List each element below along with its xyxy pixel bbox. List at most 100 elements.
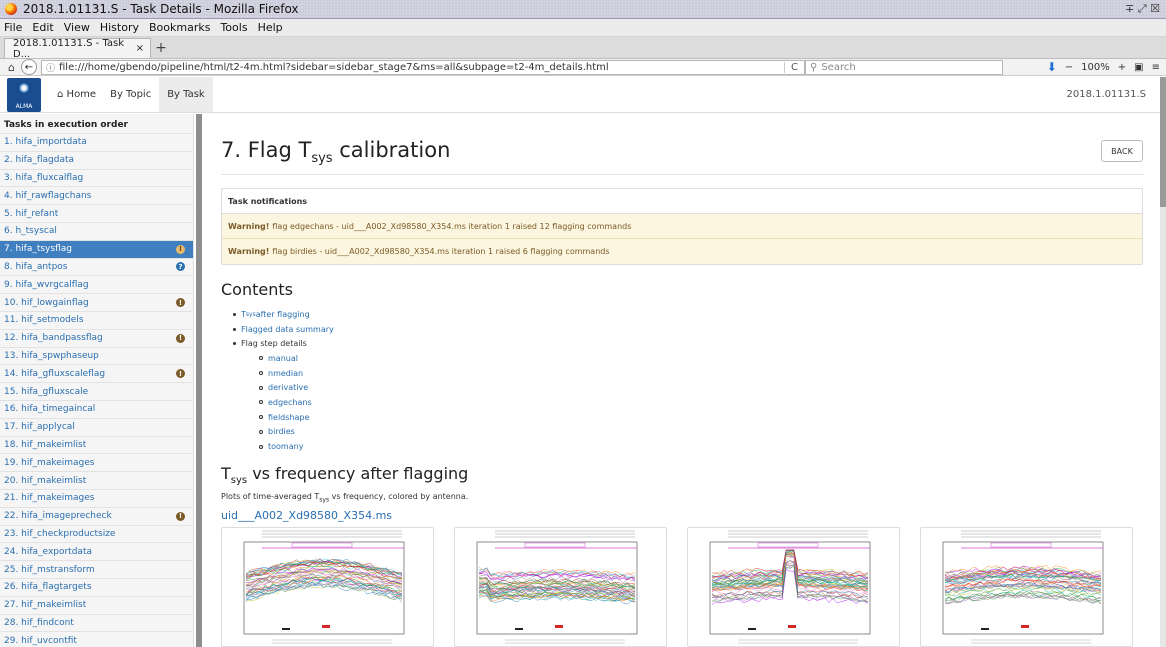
hamburger-menu-icon[interactable]: ≡ — [1152, 62, 1160, 73]
warning-row: Warning! flag edgechans - uid___A002_Xd9… — [222, 214, 1142, 239]
sidebar-item[interactable]: 27. hif_makeimlist — [0, 595, 193, 614]
toc-step-manual[interactable]: manual — [233, 351, 334, 366]
sidebar-item[interactable]: 25. hif_mstransform — [0, 560, 193, 578]
new-tab-button[interactable]: + — [151, 38, 171, 58]
zoom-level[interactable]: 100% — [1081, 62, 1110, 73]
menu-file[interactable]: File — [4, 21, 22, 34]
toc-step-derivative[interactable]: derivative — [233, 380, 334, 395]
tsys-plot-image — [942, 530, 1104, 644]
sidebar-item[interactable]: 15. hifa_gfluxscale — [0, 382, 193, 400]
warning-badge-icon: ! — [176, 333, 185, 343]
section-sub: sys — [230, 475, 248, 487]
warning-badge-icon: ! — [176, 244, 185, 254]
sidebar-item[interactable]: 7. hifa_tsysflag! — [0, 239, 193, 258]
menu-bookmarks[interactable]: Bookmarks — [149, 21, 210, 34]
zoom-out-button[interactable]: − — [1065, 62, 1073, 73]
menu-history[interactable]: History — [100, 21, 139, 34]
reload-icon[interactable]: C — [784, 61, 804, 73]
menu-view[interactable]: View — [64, 21, 90, 34]
sidebar-item[interactable]: 6. h_tsyscal — [0, 221, 193, 240]
home-icon[interactable]: ⌂ — [8, 61, 15, 74]
sidebar-item[interactable]: 28. hif_findcont — [0, 613, 193, 632]
task-sidebar: Tasks in execution order 1. hifa_importd… — [0, 114, 194, 647]
tab-close-icon[interactable]: × — [136, 43, 144, 54]
sidebar-item[interactable]: 19. hif_makeimages — [0, 453, 193, 471]
ms-link[interactable]: uid___A002_Xd98580_X354.ms — [221, 509, 392, 522]
toc-text: manual — [268, 353, 298, 363]
firefox-logo-icon — [5, 3, 17, 15]
plot-thumbnail[interactable] — [920, 527, 1133, 647]
plot-thumbnail[interactable] — [454, 527, 667, 647]
sidebar-splitter[interactable] — [196, 114, 202, 647]
toc-step-fieldshape[interactable]: fieldshape — [233, 410, 334, 425]
toc-item-tsys[interactable]: Tsys after flagging — [233, 307, 334, 322]
sidebar-list: 1. hifa_importdata 2. hifa_flagdata 3. hif… — [0, 133, 193, 647]
sidebar-item[interactable]: 1. hifa_importdata — [0, 133, 193, 151]
toc-text: derivative — [268, 383, 309, 393]
search-input[interactable]: ⚲ Search — [804, 59, 1003, 75]
warning-label: Warning! — [228, 221, 270, 231]
plot-thumbnail[interactable] — [687, 527, 900, 647]
sidebar-item[interactable]: 20. hif_makeimlist — [0, 471, 193, 489]
info-icon[interactable]: ⓘ — [46, 61, 55, 74]
window-title: 2018.1.01131.S - Task Details - Mozilla … — [23, 2, 299, 16]
page-scrollbar[interactable] — [1160, 77, 1166, 647]
warning-text: flag edgechans - uid___A002_Xd98580_X354… — [272, 221, 632, 231]
sidebar-item[interactable]: 4. hif_rawflagchans — [0, 186, 193, 204]
toc-sub: sys — [245, 310, 256, 318]
browser-tab[interactable]: 2018.1.01131.S - Task D... × — [4, 38, 151, 60]
toc-step-edgechans[interactable]: edgechans — [233, 395, 334, 410]
sidebar-toggle-icon[interactable]: ▣ — [1134, 62, 1143, 73]
circle-bullet-icon — [259, 415, 263, 420]
sidebar-item[interactable]: 17. hif_applycal — [0, 417, 193, 436]
sidebar-item[interactable]: 13. hifa_spwphaseup — [0, 346, 193, 365]
sidebar-item[interactable]: 16. hifa_timegaincal — [0, 399, 193, 418]
desc-sub: sys — [319, 496, 330, 504]
sidebar-item-label: 9. hifa_wvrgcalflag — [4, 279, 89, 290]
nav-by-task[interactable]: By Task — [159, 77, 213, 112]
bullet-icon — [233, 312, 236, 316]
sidebar-item[interactable]: 5. hif_refant — [0, 204, 193, 222]
plot-thumbnail[interactable] — [221, 527, 434, 647]
sidebar-item-label: 15. hifa_gfluxscale — [4, 386, 89, 397]
sidebar-item[interactable]: 9. hifa_wvrgcalflag — [0, 275, 193, 293]
toc-item-flagged-summary[interactable]: Flagged data summary — [233, 322, 334, 337]
menu-tools[interactable]: Tools — [220, 21, 247, 34]
sidebar-item-label: 29. hif_uvcontfit — [4, 635, 77, 646]
sidebar-item-label: 16. hifa_timegaincal — [4, 404, 96, 415]
window-controls[interactable]: ∓ ⤢ ☒ — [1125, 2, 1160, 16]
sidebar-item[interactable]: 24. hifa_exportdata — [0, 542, 193, 560]
nav-by-topic[interactable]: By Topic — [110, 89, 151, 100]
sidebar-item[interactable]: 21. hif_makeimages — [0, 488, 193, 507]
alma-logo[interactable]: ALMA — [7, 77, 41, 112]
scrollbar-thumb[interactable] — [1160, 77, 1166, 207]
download-icon[interactable]: ⬇ — [1047, 60, 1057, 74]
toc-step-birdies[interactable]: birdies — [233, 425, 334, 440]
circle-bullet-icon — [259, 400, 263, 405]
zoom-in-button[interactable]: + — [1118, 62, 1126, 73]
url-bar[interactable]: ⓘ file:///home/gbendo/pipeline/html/t2-4… — [40, 59, 805, 75]
toc-step-toomany[interactable]: toomany — [233, 439, 334, 454]
sidebar-item[interactable]: 10. hif_lowgainflag! — [0, 293, 193, 311]
toc-step-nmedian[interactable]: nmedian — [233, 366, 334, 381]
sidebar-item[interactable]: 12. hifa_bandpassflag! — [0, 328, 193, 347]
section-pre: T — [221, 464, 231, 483]
sidebar-item[interactable]: 8. hifa_antpos? — [0, 257, 193, 276]
menu-edit[interactable]: Edit — [32, 21, 53, 34]
sidebar-item-label: 14. hifa_gfluxscaleflag — [4, 368, 106, 379]
sidebar-item[interactable]: 11. hif_setmodels — [0, 310, 193, 329]
sidebar-item[interactable]: 14. hifa_gfluxscaleflag! — [0, 364, 193, 382]
desc-post: vs frequency, colored by antenna. — [329, 492, 469, 501]
sidebar-item[interactable]: 26. hifa_flagtargets — [0, 577, 193, 596]
back-arrow-icon[interactable]: ← — [20, 59, 37, 75]
tsys-plot-image — [243, 530, 405, 644]
sidebar-item[interactable]: 23. hif_checkproductsize — [0, 524, 193, 543]
menu-help[interactable]: Help — [258, 21, 283, 34]
sidebar-item[interactable]: 29. hif_uvcontfit — [0, 631, 193, 647]
sidebar-item[interactable]: 22. hifa_imageprecheck! — [0, 506, 193, 525]
sidebar-item[interactable]: 2. hifa_flagdata — [0, 150, 193, 169]
nav-home[interactable]: ⌂ Home — [57, 89, 96, 100]
sidebar-item[interactable]: 3. hifa_fluxcalflag — [0, 168, 193, 187]
back-button[interactable]: BACK — [1101, 140, 1143, 162]
sidebar-item[interactable]: 18. hif_makeimlist — [0, 435, 193, 454]
